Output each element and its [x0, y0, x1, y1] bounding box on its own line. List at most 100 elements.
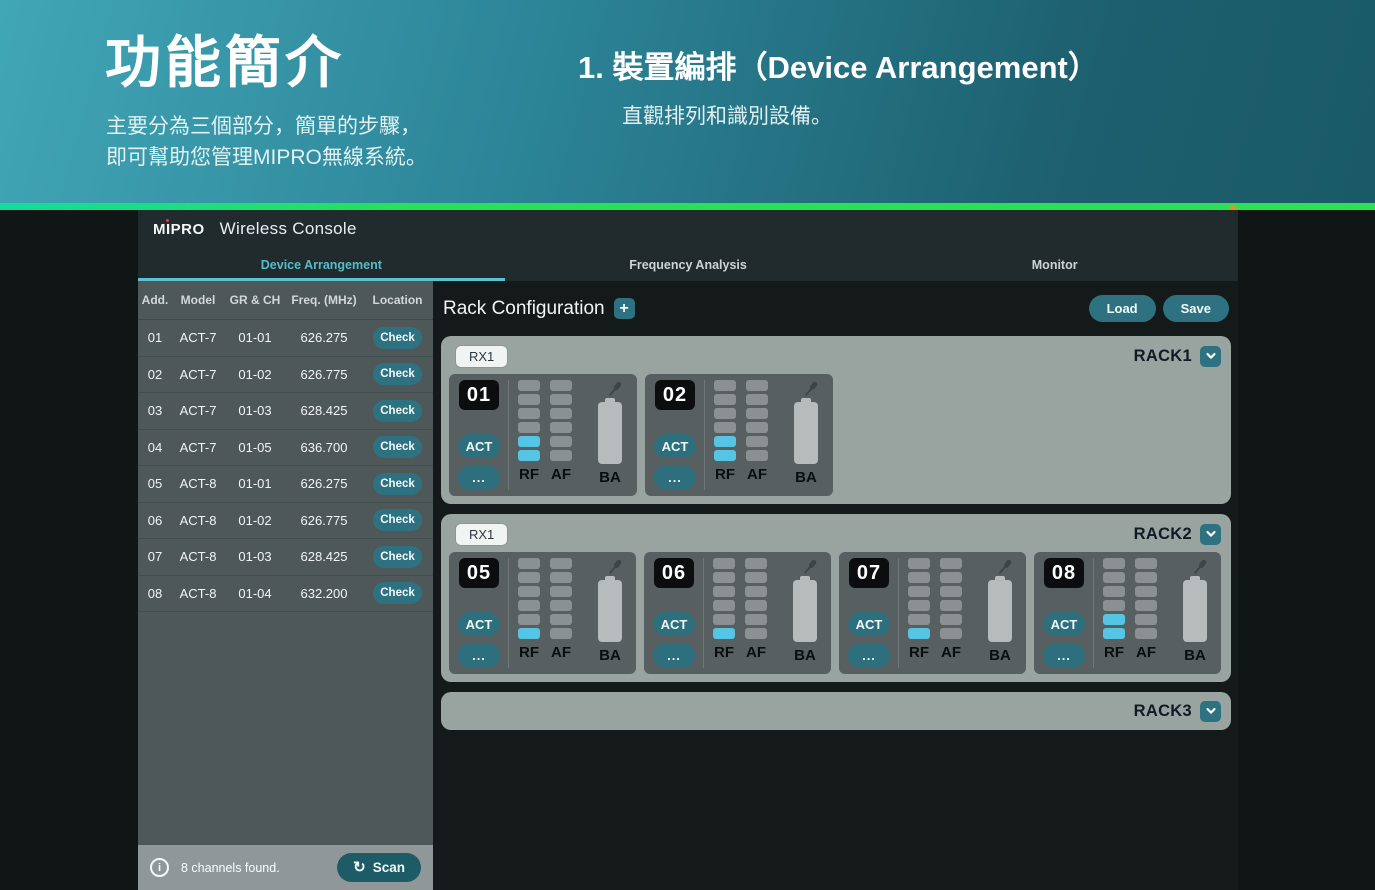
rf-segment — [518, 408, 540, 419]
device-card[interactable]: 01ACT...RFAFBA — [449, 374, 637, 496]
more-button[interactable]: ... — [654, 465, 696, 490]
cell-add: 06 — [138, 513, 172, 528]
rf-segments — [713, 558, 735, 639]
device-card[interactable]: 02ACT...RFAFBA — [645, 374, 833, 496]
device-card[interactable]: 08ACT...RFAFBA — [1034, 552, 1221, 674]
af-label: AF — [746, 644, 766, 661]
ba-label: BA — [599, 469, 621, 486]
more-button[interactable]: ... — [458, 643, 500, 668]
tab-device-arrangement[interactable]: Device Arrangement — [138, 248, 505, 281]
divider — [508, 558, 509, 668]
af-segment — [746, 422, 768, 433]
rf-label: RF — [519, 644, 539, 661]
rf-segment — [1103, 558, 1125, 569]
device-meters: RFAFBA — [518, 380, 624, 490]
check-button[interactable]: Check — [373, 582, 422, 604]
cell-add: 03 — [138, 403, 172, 418]
more-button[interactable]: ... — [1043, 643, 1085, 668]
rf-segment — [713, 586, 735, 597]
rf-segment — [908, 572, 930, 583]
chevron-down-icon[interactable] — [1200, 524, 1221, 545]
load-button[interactable]: Load — [1089, 295, 1156, 322]
channel-panel: Add. Model GR & CH Freq. (MHz) Location … — [138, 281, 433, 890]
device-card[interactable]: 06ACT...RFAFBA — [644, 552, 831, 674]
af-segment — [550, 628, 572, 639]
device-controls: 07ACT... — [847, 558, 891, 668]
act-button[interactable]: ACT — [458, 612, 500, 636]
divider — [898, 558, 899, 668]
rf-label: RF — [715, 466, 735, 483]
af-segment — [940, 572, 962, 583]
cell-add: 04 — [138, 440, 172, 455]
table-row: 07ACT-801-03628.425Check — [138, 539, 433, 576]
rack-head: RX1RACK1 — [449, 344, 1221, 368]
tab-monitor[interactable]: Monitor — [871, 248, 1238, 281]
af-segment — [1135, 614, 1157, 625]
receiver-chip[interactable]: RX1 — [455, 345, 508, 368]
scan-button[interactable]: ↻ Scan — [337, 853, 421, 882]
cell-freq: 628.425 — [286, 403, 362, 418]
device-meters: RFAFBA — [1103, 558, 1209, 668]
device-card[interactable]: 05ACT...RFAFBA — [449, 552, 636, 674]
window-title: Wireless Console — [220, 219, 357, 239]
more-button[interactable]: ... — [653, 643, 695, 668]
af-segment — [550, 558, 572, 569]
slide-subtitle-line1: 主要分為三個部分，簡單的步驟， — [106, 111, 427, 142]
af-segment — [550, 408, 572, 419]
refresh-icon: ↻ — [353, 860, 366, 875]
add-rack-button[interactable]: + — [614, 298, 635, 319]
cell-model: ACT-7 — [172, 440, 224, 455]
table-row: 02ACT-701-02626.775Check — [138, 357, 433, 394]
check-button[interactable]: Check — [373, 509, 422, 531]
rf-segment — [714, 422, 736, 433]
battery-bar — [598, 580, 622, 642]
rack-config-title: Rack Configuration — [443, 298, 605, 320]
rf-segments — [518, 558, 540, 639]
divider — [703, 558, 704, 668]
af-segments — [746, 380, 768, 461]
device-card[interactable]: 07ACT...RFAFBA — [839, 552, 1026, 674]
act-button[interactable]: ACT — [653, 612, 695, 636]
act-button[interactable]: ACT — [654, 434, 696, 458]
divider-bar — [0, 203, 1375, 210]
af-segment — [550, 394, 572, 405]
check-button[interactable]: Check — [373, 473, 422, 495]
more-button[interactable]: ... — [458, 465, 500, 490]
receiver-chip[interactable]: RX1 — [455, 523, 508, 546]
chevron-down-icon[interactable] — [1200, 701, 1221, 722]
rf-segments — [1103, 558, 1125, 639]
act-button[interactable]: ACT — [848, 612, 890, 636]
cell-add: 02 — [138, 367, 172, 382]
rf-segment — [714, 436, 736, 447]
cell-add: 05 — [138, 476, 172, 491]
col-model: Model — [172, 293, 224, 307]
check-button[interactable]: Check — [373, 327, 422, 349]
act-button[interactable]: ACT — [1043, 612, 1085, 636]
check-button[interactable]: Check — [373, 363, 422, 385]
tab-frequency-analysis[interactable]: Frequency Analysis — [505, 248, 872, 281]
rack-name: RACK2 — [1134, 525, 1192, 544]
page: 功能簡介 主要分為三個部分，簡單的步驟， 即可幫助您管理MIPRO無線系統。 1… — [0, 0, 1375, 890]
rf-segment — [908, 586, 930, 597]
af-segments — [550, 380, 572, 461]
title-bar: MIPRO Wireless Console — [138, 210, 1238, 248]
save-button[interactable]: Save — [1163, 295, 1229, 322]
act-button[interactable]: ACT — [458, 434, 500, 458]
check-button[interactable]: Check — [373, 400, 422, 422]
af-segments — [940, 558, 962, 639]
check-button[interactable]: Check — [373, 436, 422, 458]
rf-segment — [518, 558, 540, 569]
check-button[interactable]: Check — [373, 546, 422, 568]
table-row: 06ACT-801-02626.775Check — [138, 503, 433, 540]
af-segment — [1135, 558, 1157, 569]
col-location: Location — [362, 293, 433, 307]
cell-model: ACT-8 — [172, 513, 224, 528]
rf-label: RF — [714, 644, 734, 661]
rack-area: Rack Configuration + Load Save RX1RACK1 0… — [433, 281, 1238, 890]
rack-header-row: Rack Configuration + Load Save — [433, 281, 1238, 322]
meter-rf: RF — [518, 558, 540, 661]
rf-segment — [1103, 572, 1125, 583]
chevron-down-icon[interactable] — [1200, 346, 1221, 367]
more-button[interactable]: ... — [848, 643, 890, 668]
af-label: AF — [551, 644, 571, 661]
